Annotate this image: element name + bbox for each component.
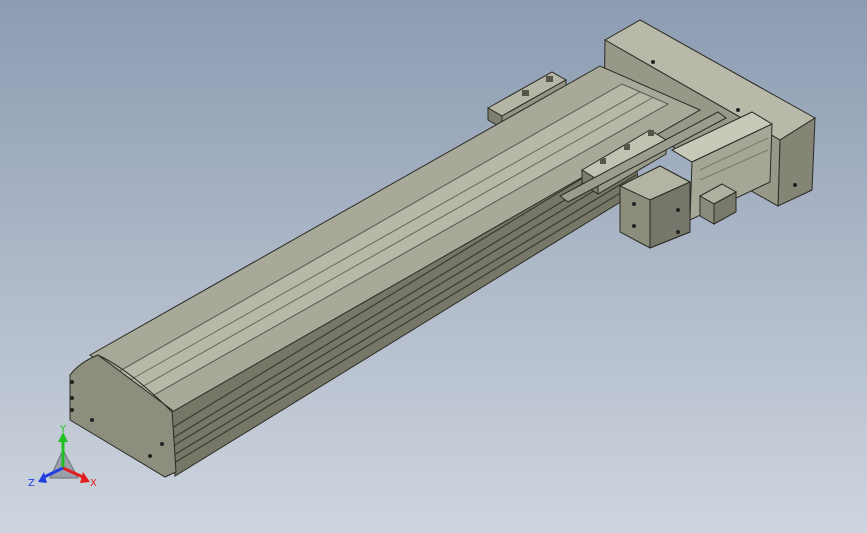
y-axis-label: Y [59,424,67,435]
x-axis-label: X [90,478,97,489]
x-axis-arrow [80,472,90,483]
axis-triad[interactable]: Y X Z [0,0,867,533]
z-axis-label: Z [28,478,35,489]
3d-viewport[interactable]: Y X Z [0,0,867,533]
